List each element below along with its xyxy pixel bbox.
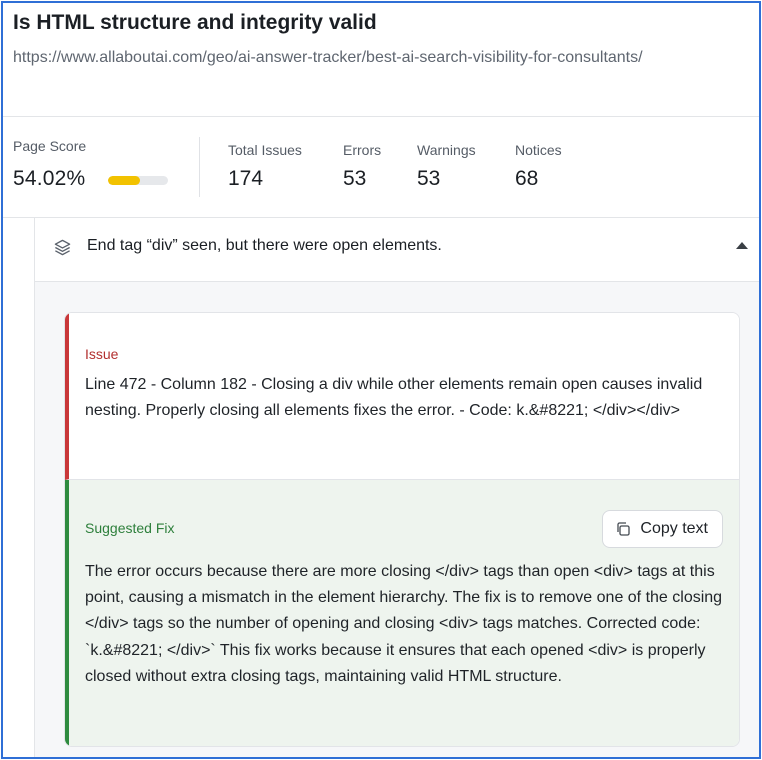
issue-card: Issue Line 472 - Column 182 - Closing a …	[64, 312, 740, 747]
errors-value: 53	[343, 167, 367, 190]
copy-text-label: Copy text	[640, 520, 708, 537]
issue-details-panel: Issue Line 472 - Column 182 - Closing a …	[34, 282, 759, 757]
notices-value: 68	[515, 167, 539, 190]
suggested-fix-section: Suggested Fix Copy text The error occurs…	[65, 480, 739, 746]
issue-label: Issue	[85, 346, 119, 362]
suggested-fix-text: The error occurs because there are more …	[85, 563, 723, 685]
page-score-bar-fill	[108, 176, 141, 185]
warnings-value: 53	[417, 167, 441, 190]
total-issues-label: Total Issues	[228, 142, 302, 158]
total-issues-value: 174	[228, 167, 264, 190]
notices-label: Notices	[515, 142, 562, 158]
stats-divider	[199, 137, 200, 197]
stat-notices: Notices 68	[515, 142, 562, 191]
page-score-label: Page Score	[13, 138, 87, 154]
issue-accordion-title: End tag “div” seen, but there were open …	[87, 237, 442, 254]
stat-errors: Errors 53	[343, 142, 381, 191]
page-score-bar	[108, 176, 168, 185]
page-score-value: 54.02%	[13, 167, 86, 190]
copy-text-button[interactable]: Copy text	[602, 510, 723, 548]
report-header: Is HTML structure and integrity valid ht…	[3, 3, 759, 117]
page-title: Is HTML structure and integrity valid	[13, 11, 377, 34]
issue-accordion-header[interactable]: End tag “div” seen, but there were open …	[34, 218, 759, 282]
issue-text: Line 472 - Column 182 - Closing a div wh…	[85, 376, 703, 419]
page-url: https://www.allaboutai.com/geo/ai-answer…	[13, 49, 643, 66]
suggested-fix-label: Suggested Fix	[85, 520, 175, 536]
stat-warnings: Warnings 53	[417, 142, 476, 191]
stats-bar: Page Score 54.02% Total Issues 174 Error…	[3, 117, 759, 218]
copy-icon	[617, 522, 631, 536]
warnings-label: Warnings	[417, 142, 476, 158]
errors-label: Errors	[343, 142, 382, 158]
caret-up-icon[interactable]	[736, 242, 748, 249]
report-frame: Is HTML structure and integrity valid ht…	[1, 1, 761, 759]
stat-total-issues: Total Issues 174	[228, 142, 302, 191]
layers-icon	[54, 239, 71, 256]
issue-section: Issue Line 472 - Column 182 - Closing a …	[65, 313, 739, 480]
